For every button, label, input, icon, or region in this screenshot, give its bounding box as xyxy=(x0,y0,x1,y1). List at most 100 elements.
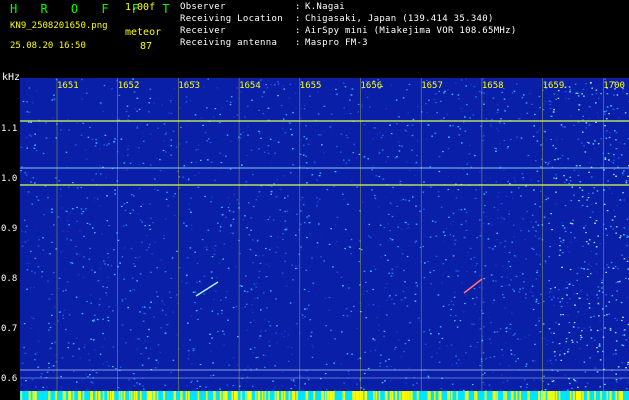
band-speckle xyxy=(48,391,51,400)
x-tick: 1659 xyxy=(542,81,565,91)
x-tick: 1657 xyxy=(421,81,443,91)
band-speckle xyxy=(72,391,75,400)
band-speckle xyxy=(364,391,367,400)
spectrogram xyxy=(20,78,629,400)
band-speckle xyxy=(29,391,31,400)
band-speckle xyxy=(389,391,392,400)
band-speckle xyxy=(90,391,92,400)
band-speckle xyxy=(156,391,159,400)
band-speckle xyxy=(163,391,165,400)
band-speckle xyxy=(328,391,330,400)
band-speckle xyxy=(257,391,260,400)
band-speckle xyxy=(493,391,495,400)
band-speckle xyxy=(188,391,190,400)
band-speckle xyxy=(133,391,136,400)
band-speckle xyxy=(247,391,249,400)
band-speckle xyxy=(619,391,621,400)
band-speckle xyxy=(140,391,142,400)
band-speckle xyxy=(197,391,200,400)
band-speckle xyxy=(343,391,346,400)
band-speckle xyxy=(118,391,121,400)
band-speckle xyxy=(434,391,436,400)
band-speckle xyxy=(102,391,105,400)
band-speckle xyxy=(528,391,530,400)
band-speckle xyxy=(544,391,546,400)
band-speckle xyxy=(219,391,222,400)
band-speckle xyxy=(245,391,247,400)
band-speckle xyxy=(326,391,329,400)
band-speckle xyxy=(331,391,333,400)
x-tick: 1653 xyxy=(178,81,201,91)
band-speckle xyxy=(321,391,324,400)
band-speckle xyxy=(55,391,57,400)
receiver-value: AirSpy mini (Miakejima VOR 108.65MHz) xyxy=(305,26,517,36)
band-speckle xyxy=(355,391,357,400)
band-speckle xyxy=(606,391,609,400)
band-speckle xyxy=(409,391,411,400)
band-speckle xyxy=(410,391,413,400)
x-tick: 1654 xyxy=(239,81,261,91)
band-speckle xyxy=(222,391,225,400)
band-speckle xyxy=(352,391,354,400)
band-speckle xyxy=(391,391,394,400)
band-speckle xyxy=(153,391,156,400)
band-speckle xyxy=(120,391,123,400)
band-speckle xyxy=(555,391,558,400)
band-speckle xyxy=(32,391,34,400)
band-speckle xyxy=(98,391,100,400)
band-speckle xyxy=(281,391,283,400)
band-speckle xyxy=(123,391,126,400)
band-speckle xyxy=(609,391,611,400)
observer-value: K.Nagai xyxy=(305,2,346,12)
location-label: Receiving Location xyxy=(180,14,283,24)
band-speckle xyxy=(542,391,545,400)
band-speckle xyxy=(405,391,408,400)
band-speckle xyxy=(485,391,487,400)
band-speckle xyxy=(519,391,521,400)
band-speckle xyxy=(68,391,70,400)
band-speckle xyxy=(231,391,234,400)
band-speckle xyxy=(427,391,430,400)
band-speckle xyxy=(447,391,449,400)
band-speckle xyxy=(112,391,114,400)
band-speckle xyxy=(438,391,440,400)
antenna-value: Maspro FM-3 xyxy=(305,38,368,48)
band-speckle xyxy=(361,391,364,400)
band-speckle xyxy=(226,391,228,400)
meteor-label: meteor xyxy=(125,27,162,38)
band-speckle xyxy=(474,391,476,400)
band-speckle xyxy=(475,391,478,400)
band-speckle xyxy=(180,391,182,400)
band-speckle xyxy=(600,391,602,400)
y-tick: 0.8 xyxy=(1,274,18,284)
x-tick: 1700 xyxy=(603,81,625,91)
band-speckle xyxy=(274,391,277,400)
band-speckle xyxy=(283,391,286,400)
band-speckle xyxy=(587,391,589,400)
receiver-colon: : xyxy=(295,26,301,36)
band-speckle xyxy=(206,391,208,400)
band-speckle xyxy=(359,391,361,400)
band-speckle xyxy=(240,391,243,400)
band-speckle xyxy=(538,391,540,400)
location-colon: : xyxy=(295,14,301,24)
y-tick: 1.1 xyxy=(1,124,18,134)
meteor-count: 87 xyxy=(140,41,153,52)
band-speckle xyxy=(399,391,401,400)
band-speckle xyxy=(224,391,226,400)
band-speckle xyxy=(395,391,397,400)
band-speckle xyxy=(594,391,596,400)
band-speckle xyxy=(288,391,291,400)
band-speckle xyxy=(146,391,149,400)
band-speckle xyxy=(268,391,270,400)
band-speckle xyxy=(540,391,543,400)
band-speckle xyxy=(109,391,112,400)
x-tick: 1656 xyxy=(360,81,383,91)
band-speckle xyxy=(621,391,623,400)
band-speckle xyxy=(107,391,109,400)
band-speckle xyxy=(150,391,152,400)
band-speckle xyxy=(373,391,375,400)
x-tick: 1658 xyxy=(481,81,504,91)
y-tick: 0.6 xyxy=(1,374,18,384)
header-panel: H R O F F T 1.00f KN9_2508201650.png met… xyxy=(0,0,629,72)
